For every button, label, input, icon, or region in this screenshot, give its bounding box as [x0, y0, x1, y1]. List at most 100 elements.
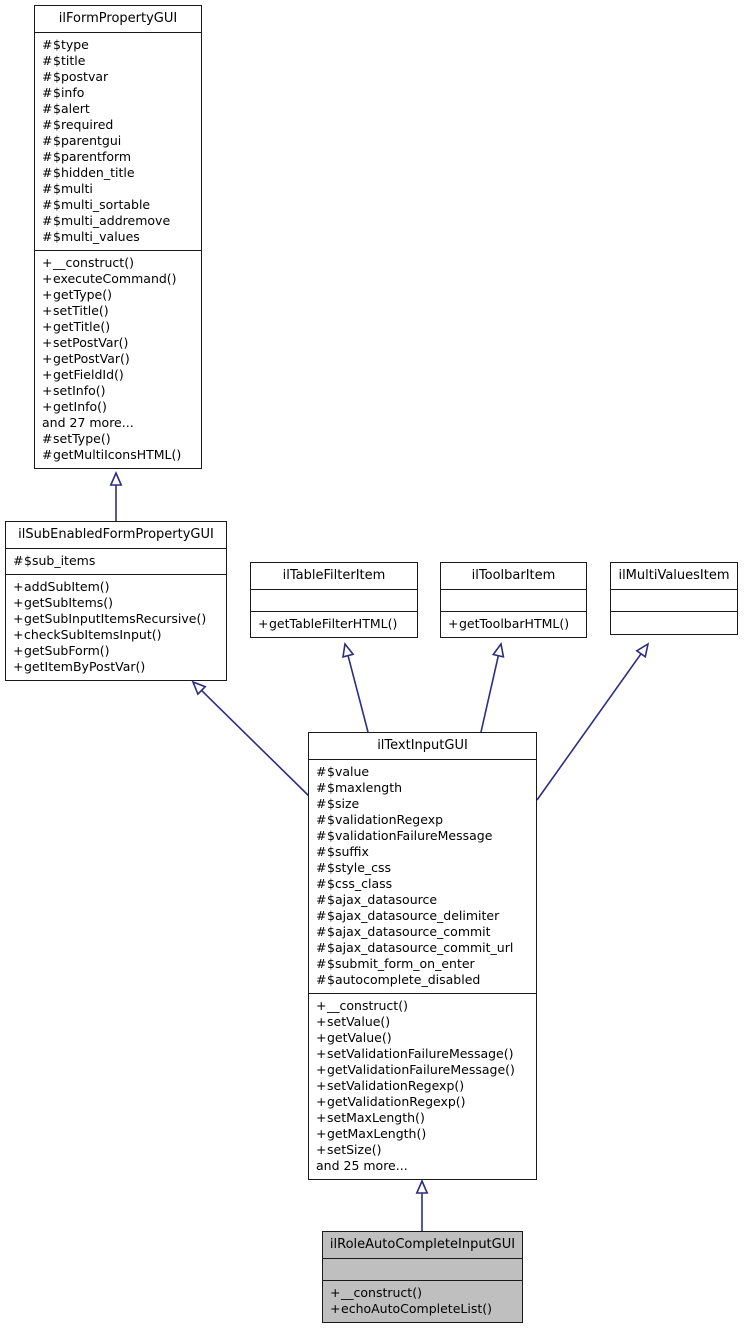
- visibility-marker: +: [316, 1126, 327, 1141]
- member-name: $multi_addremove: [53, 213, 171, 228]
- visibility-marker: +: [316, 1046, 327, 1061]
- class-member: +setValidationFailureMessage(): [316, 1046, 532, 1062]
- class-member: +setTitle(): [42, 303, 197, 319]
- uml-class-ilToolbarItem[interactable]: ilToolbarItem +getToolbarHTML(): [440, 562, 587, 638]
- member-name: $sub_items: [24, 553, 96, 568]
- visibility-marker: +: [42, 303, 53, 318]
- member-name: $multi_sortable: [53, 197, 151, 212]
- visibility-marker: #: [42, 85, 53, 100]
- visibility-marker: +: [316, 1062, 327, 1077]
- class-name: ilFormPropertyGUI: [35, 6, 201, 33]
- class-member: +getSubInputItemsRecursive(): [13, 611, 222, 627]
- class-methods: +__construct() +executeCommand() +getType(…: [35, 251, 201, 468]
- class-name: ilTextInputGUI: [309, 733, 536, 760]
- visibility-marker: +: [42, 287, 53, 302]
- class-member: #setType(): [42, 431, 197, 447]
- member-name: $style_css: [327, 860, 392, 875]
- class-member: +getType(): [42, 287, 197, 303]
- visibility-marker: #: [42, 447, 53, 462]
- inheritance-edge: [342, 642, 369, 733]
- class-member: +setSize(): [316, 1142, 532, 1158]
- member-name: getPostVar(): [53, 351, 130, 366]
- uml-class-ilMultiValuesItem[interactable]: ilMultiValuesItem: [610, 562, 738, 635]
- member-name: $parentgui: [53, 133, 122, 148]
- visibility-marker: +: [42, 367, 53, 382]
- uml-class-ilRoleAutoCompleteInputGUI[interactable]: ilRoleAutoCompleteInputGUI +__construct()…: [322, 1231, 523, 1323]
- member-name: setValidationRegexp(): [327, 1078, 465, 1093]
- member-name: echoAutoCompleteList(): [341, 1301, 493, 1316]
- visibility-marker: #: [42, 53, 53, 68]
- class-member: +getTableFilterHTML(): [258, 616, 413, 632]
- member-name: $multi_values: [53, 229, 140, 244]
- visibility-marker: #: [316, 828, 327, 843]
- visibility-marker: #: [42, 229, 53, 244]
- class-member: #$autocomplete_disabled: [316, 972, 532, 988]
- uml-class-ilTableFilterItem[interactable]: ilTableFilterItem +getTableFilterHTML(): [250, 562, 418, 638]
- visibility-marker: +: [42, 319, 53, 334]
- visibility-marker: +: [42, 271, 53, 286]
- visibility-marker: +: [42, 255, 53, 270]
- member-name: $postvar: [53, 69, 109, 84]
- class-member: +getSubForm(): [13, 643, 222, 659]
- visibility-marker: #: [42, 37, 53, 52]
- visibility-marker: +: [13, 643, 24, 658]
- class-attributes: #$type #$title #$postvar #$info #$alert #$req…: [35, 33, 201, 251]
- uml-class-ilTextInputGUI[interactable]: ilTextInputGUI #$value #$maxlength #$size #$…: [308, 732, 537, 1180]
- uml-class-ilSubEnabledFormPropertyGUI[interactable]: ilSubEnabledFormPropertyGUI #$sub_items +a…: [5, 521, 227, 681]
- member-name: getMultiIconsHTML(): [53, 447, 182, 462]
- visibility-marker: #: [42, 133, 53, 148]
- member-name: getToolbarHTML(): [459, 616, 570, 631]
- member-name: $hidden_title: [53, 165, 135, 180]
- member-name: getValidationFailureMessage(): [327, 1062, 515, 1077]
- class-name: ilMultiValuesItem: [611, 563, 737, 590]
- class-member: +setValidationRegexp(): [316, 1078, 532, 1094]
- visibility-marker: +: [448, 616, 459, 631]
- member-name: $submit_form_on_enter: [327, 956, 475, 971]
- uml-class-diagram: ilFormPropertyGUI #$type #$title #$postvar #…: [0, 0, 744, 1333]
- class-member: #$parentform: [42, 149, 197, 165]
- member-name: $validationFailureMessage: [327, 828, 493, 843]
- visibility-marker: #: [42, 165, 53, 180]
- member-name: getValue(): [327, 1030, 392, 1045]
- member-name: $maxlength: [327, 780, 403, 795]
- visibility-marker: +: [316, 998, 327, 1013]
- visibility-marker: +: [42, 383, 53, 398]
- member-name: setSize(): [327, 1142, 382, 1157]
- member-name: $alert: [53, 101, 90, 116]
- visibility-marker: #: [316, 908, 327, 923]
- visibility-marker: +: [42, 351, 53, 366]
- visibility-marker: #: [316, 796, 327, 811]
- visibility-marker: #: [13, 553, 24, 568]
- visibility-marker: +: [42, 335, 53, 350]
- visibility-marker: #: [316, 780, 327, 795]
- visibility-marker: +: [316, 1014, 327, 1029]
- visibility-marker: +: [258, 616, 269, 631]
- class-name: ilSubEnabledFormPropertyGUI: [6, 522, 226, 549]
- member-name: $type: [53, 37, 89, 52]
- member-name: $value: [327, 764, 370, 779]
- member-name: setPostVar(): [53, 335, 129, 350]
- class-attributes: [441, 590, 586, 612]
- class-name: ilToolbarItem: [441, 563, 586, 590]
- inheritance-arrowhead: [491, 642, 505, 658]
- class-member: #$postvar: [42, 69, 197, 85]
- visibility-marker: #: [316, 892, 327, 907]
- class-member: +getSubItems(): [13, 595, 222, 611]
- visibility-marker: #: [42, 431, 53, 446]
- inheritance-edge: [536, 642, 650, 801]
- class-member: +setValue(): [316, 1014, 532, 1030]
- uml-class-ilFormPropertyGUI[interactable]: ilFormPropertyGUI #$type #$title #$postvar #…: [34, 5, 202, 469]
- visibility-marker: #: [42, 181, 53, 196]
- visibility-marker: #: [42, 213, 53, 228]
- class-methods: +addSubItem() +getSubItems() +getSubInputI…: [6, 575, 226, 680]
- class-member: #$hidden_title: [42, 165, 197, 181]
- visibility-marker: #: [316, 860, 327, 875]
- member-name: $validationRegexp: [327, 812, 444, 827]
- class-member: #$validationRegexp: [316, 812, 532, 828]
- member-name: getType(): [53, 287, 112, 302]
- inheritance-arrowhead: [109, 470, 123, 486]
- inheritance-arrowhead: [635, 642, 650, 659]
- class-member: +setPostVar(): [42, 335, 197, 351]
- class-member: and 25 more...: [316, 1158, 408, 1173]
- member-name: $ajax_datasource_delimiter: [327, 908, 500, 923]
